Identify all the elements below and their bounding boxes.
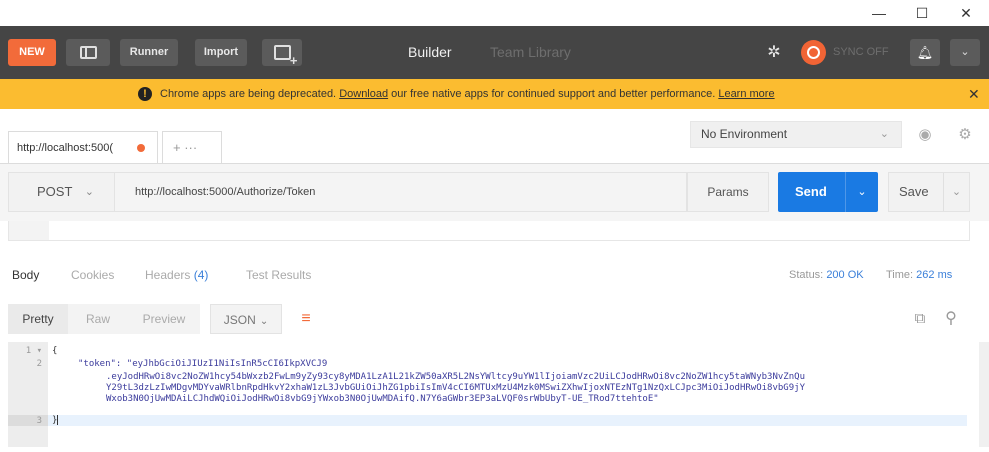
chevron-down-icon: ⌄ <box>84 186 94 198</box>
tab-headers-label: Headers <box>145 268 191 282</box>
request-editor-gutter <box>9 221 49 240</box>
copy-response-button[interactable]: ⧉ <box>908 306 932 332</box>
environment-label: No Environment <box>701 127 788 141</box>
gear-icon: ⚙ <box>958 126 972 143</box>
toggle-sidebar-button[interactable] <box>66 39 110 66</box>
window-titlebar: — ☐ ✕ <box>0 0 989 26</box>
pretty-button[interactable]: Pretty <box>8 304 68 334</box>
method-select[interactable]: POST ⌄ <box>8 172 115 212</box>
code-line-1: { <box>52 346 58 356</box>
new-button[interactable]: NEW <box>8 39 56 66</box>
send-button[interactable]: Send ⌄ <box>778 172 878 212</box>
status-label: Status: <box>789 269 824 281</box>
format-type-select[interactable]: JSON ⌄ <box>210 304 282 334</box>
unsaved-dot-icon <box>137 144 145 152</box>
sync-icon[interactable] <box>801 40 826 65</box>
time-value: 262 ms <box>916 269 953 281</box>
chevron-down-icon: ⌄ <box>879 128 889 140</box>
info-icon: ! <box>138 87 152 101</box>
chevron-down-icon: ⌄ <box>960 46 970 58</box>
params-button[interactable]: Params <box>687 172 769 212</box>
banner-text-before: Chrome apps are being deprecated. <box>160 88 337 100</box>
banner-text-after: our free native apps for continued suppo… <box>391 88 716 100</box>
request-bar: POST ⌄ http://localhost:5000/Authorize/T… <box>0 163 989 221</box>
app-header: NEW Runner Import Builder Team Library ✲… <box>0 26 989 79</box>
json-string: "eyJhbGciOiJIUzI1NiIsInR5cCI6IkpXVCJ9 <box>126 359 328 369</box>
settings-menu-button[interactable]: ⌄ <box>950 39 980 66</box>
send-options-chevron-icon[interactable]: ⌄ <box>845 172 878 212</box>
notifications-button[interactable]: 🔔︎ <box>910 39 940 66</box>
manage-environments-button[interactable]: ⚙ <box>950 121 980 148</box>
interceptor-icon[interactable]: ✲ <box>757 39 791 66</box>
minimize-button[interactable]: — <box>857 0 901 26</box>
tab-team-library[interactable]: Team Library <box>490 39 571 66</box>
response-time: Time: 262 ms <box>886 262 952 288</box>
runner-button[interactable]: Runner <box>120 39 178 66</box>
code-line-2: "token": "eyJhbGciOiJIUzI1NiIsInR5cCI6Ik… <box>78 359 327 370</box>
copy-icon: ⧉ <box>914 310 926 327</box>
send-label: Send <box>795 184 827 199</box>
banner-close-button[interactable]: ✕ <box>968 79 980 109</box>
code-line-2-wrap-3: Wxob3N0OjUwMDAiLCJhdWQiOiJodHRwOi8vbG9jY… <box>106 394 659 404</box>
bell-icon: 🔔︎ <box>916 45 934 60</box>
response-status: Status: 200 OK <box>789 262 864 288</box>
preview-button[interactable]: Preview <box>128 304 200 334</box>
tab-cookies[interactable]: Cookies <box>71 262 114 288</box>
url-input[interactable]: http://localhost:5000/Authorize/Token <box>115 172 687 212</box>
tab-builder[interactable]: Builder <box>408 39 452 66</box>
environment-quick-look-button[interactable]: ◉ <box>910 121 940 148</box>
learn-more-link[interactable]: Learn more <box>718 88 774 100</box>
code-line-2-wrap-1: .eyJodHRwOi8vc2NoZW1hcy54bWxzb2FwLm9yZy9… <box>106 372 805 382</box>
search-icon: ⚲ <box>945 310 957 327</box>
close-window-button[interactable]: ✕ <box>944 0 988 26</box>
code-line-3: } <box>52 415 59 426</box>
save-options-chevron-icon[interactable]: ⌄ <box>943 173 969 211</box>
tab-test-results[interactable]: Test Results <box>246 262 311 288</box>
format-type-label: JSON <box>223 313 256 327</box>
request-tabs-row: http://localhost:500( + ··· No Environme… <box>0 109 989 163</box>
banner-text: Chrome apps are being deprecated. Downlo… <box>160 79 775 109</box>
chevron-down-icon: ⌄ <box>259 316 269 327</box>
time-label: Time: <box>886 269 914 281</box>
response-body-editor[interactable]: 1 ▾ 2 3 { "token": "eyJhbGciOiJIUzI1NiIs… <box>8 342 967 447</box>
code-line-2-wrap-2: Y29tL3dzLzIwMDgvMDYvaWRlbnRpdHkvY2xhaW1z… <box>106 383 805 393</box>
status-value: 200 OK <box>826 269 864 281</box>
wrap-icon: ≡ <box>301 310 311 327</box>
line-number-gutter <box>8 342 48 447</box>
tab-headers[interactable]: Headers (4) <box>145 262 208 288</box>
save-label: Save <box>899 184 929 199</box>
editor-scrollbar[interactable] <box>979 342 989 447</box>
headers-count-badge: (4) <box>193 268 209 282</box>
active-line-highlight <box>48 415 967 426</box>
eye-icon: ◉ <box>918 126 932 143</box>
request-body-panel <box>8 221 970 241</box>
tab-body[interactable]: Body <box>12 262 39 288</box>
json-key: "token": <box>78 359 127 369</box>
new-window-icon <box>273 44 297 67</box>
environment-select[interactable]: No Environment ⌄ <box>690 121 902 148</box>
new-window-button[interactable] <box>262 39 302 67</box>
line-number: 3 <box>36 416 42 426</box>
raw-button[interactable]: Raw <box>68 304 128 334</box>
sync-status: SYNC OFF <box>833 46 889 58</box>
maximize-button[interactable]: ☐ <box>900 0 944 26</box>
line-number: 2 <box>36 359 42 369</box>
method-label: POST <box>37 184 73 199</box>
request-tab[interactable]: http://localhost:500( <box>8 131 158 163</box>
deprecation-banner: ! Chrome apps are being deprecated. Down… <box>0 79 989 109</box>
sidebar-icon <box>79 45 97 59</box>
request-tab-label: http://localhost:500( <box>17 142 114 154</box>
response-tabs: Body Cookies Headers (4) Test Results St… <box>0 262 989 290</box>
search-response-button[interactable]: ⚲ <box>939 306 963 332</box>
add-tab-button[interactable]: + ··· <box>162 131 222 163</box>
text-cursor <box>57 415 59 425</box>
import-button[interactable]: Import <box>195 39 247 66</box>
save-button[interactable]: Save ⌄ <box>888 172 970 212</box>
wrap-lines-button[interactable]: ≡ <box>292 306 320 332</box>
response-format-bar: Pretty Raw Preview JSON ⌄ ≡ ⧉ ⚲ <box>0 301 989 337</box>
download-link[interactable]: Download <box>339 88 388 100</box>
line-number: 1 ▾ <box>25 346 42 356</box>
